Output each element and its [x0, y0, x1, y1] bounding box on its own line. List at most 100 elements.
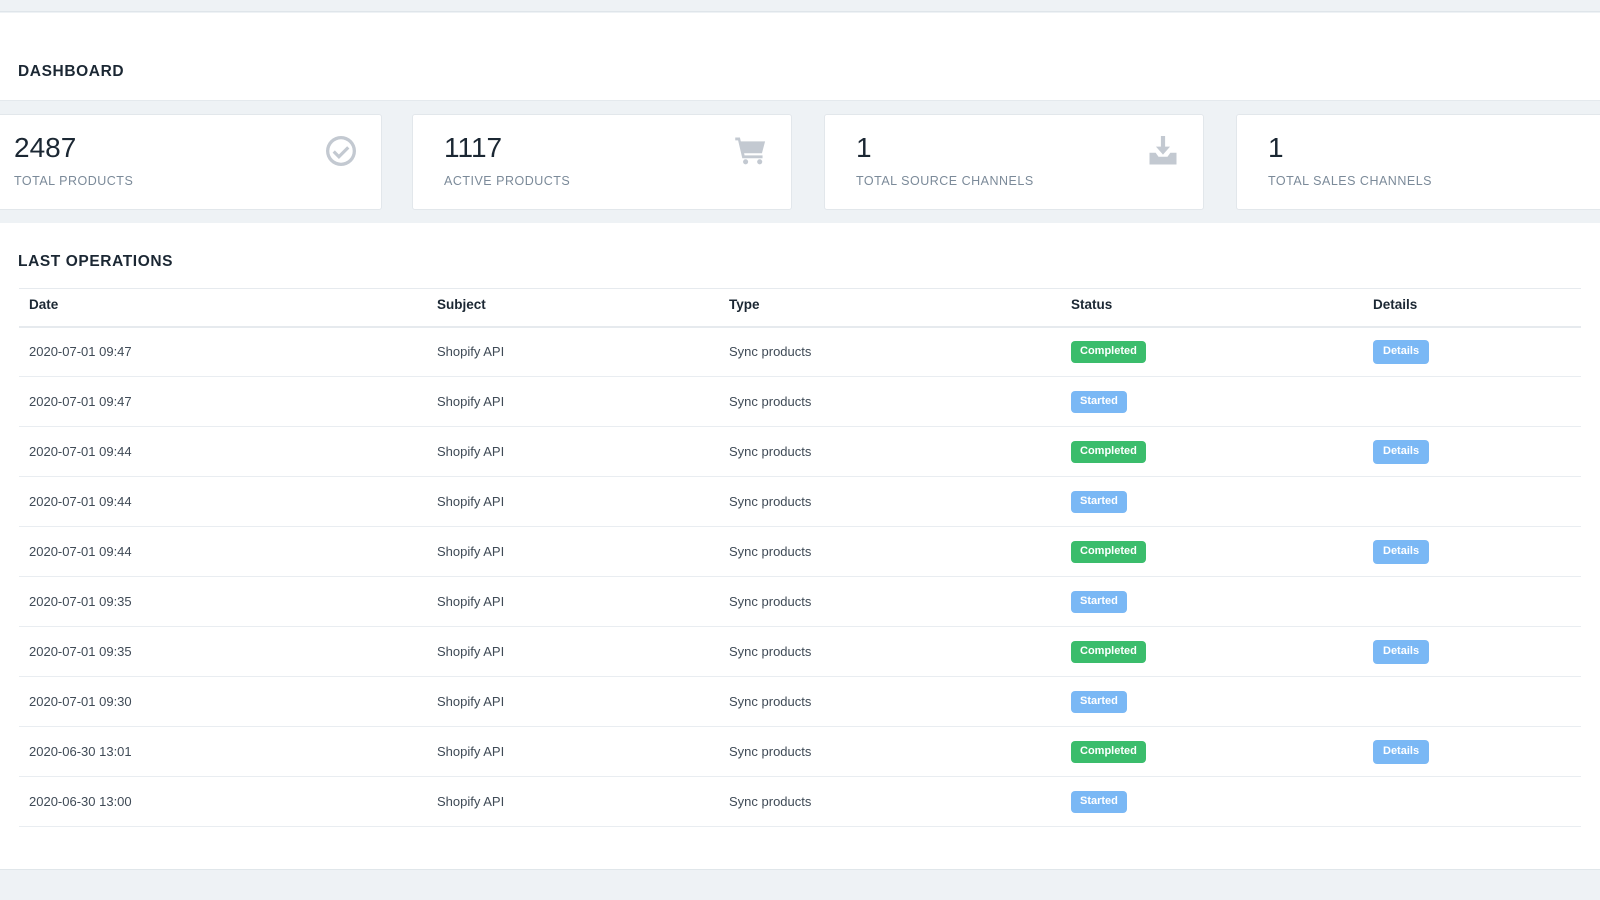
details-button[interactable]: Details	[1373, 740, 1429, 764]
cell-details: Details	[1363, 727, 1581, 777]
cell-type: Sync products	[719, 627, 1061, 677]
cell-date: 2020-07-01 09:44	[19, 527, 427, 577]
cell-subject: Shopify API	[427, 477, 719, 527]
status-badge: Completed	[1071, 641, 1146, 663]
cell-status: Started	[1061, 677, 1363, 727]
status-badge: Started	[1071, 491, 1127, 513]
cell-date: 2020-07-01 09:35	[19, 627, 427, 677]
stat-card-value: 1117	[444, 134, 502, 162]
cell-type: Sync products	[719, 677, 1061, 727]
stat-card-label: TOTAL PRODUCTS	[14, 174, 133, 188]
details-button[interactable]: Details	[1373, 340, 1429, 364]
cell-subject: Shopify API	[427, 727, 719, 777]
table-row: 2020-07-01 09:44Shopify APISync products…	[19, 477, 1581, 527]
cell-details	[1363, 477, 1581, 527]
cell-date: 2020-07-01 09:44	[19, 427, 427, 477]
stat-cards-strip: 2487 TOTAL PRODUCTS 1117 ACTIVE PRODUCTS…	[0, 101, 1600, 223]
status-badge: Started	[1071, 691, 1127, 713]
stat-card-value: 2487	[14, 134, 76, 162]
cell-type: Sync products	[719, 527, 1061, 577]
cell-details: Details	[1363, 527, 1581, 577]
cell-details: Details	[1363, 627, 1581, 677]
details-button[interactable]: Details	[1373, 640, 1429, 664]
cell-type: Sync products	[719, 477, 1061, 527]
details-button[interactable]: Details	[1373, 440, 1429, 464]
operations-table: Date Subject Type Status Details 2020-07…	[19, 288, 1581, 827]
status-badge: Started	[1071, 791, 1127, 813]
cell-status: Completed	[1061, 627, 1363, 677]
stat-card-total-products: 2487 TOTAL PRODUCTS	[0, 114, 382, 210]
cell-type: Sync products	[719, 777, 1061, 827]
table-header-row: Date Subject Type Status Details	[19, 289, 1581, 327]
stat-card-value: 1	[856, 134, 872, 162]
page-header-bar: DASHBOARD	[0, 13, 1600, 101]
table-row: 2020-07-01 09:47Shopify APISync products…	[19, 377, 1581, 427]
inbox-download-icon	[1145, 133, 1181, 169]
cell-type: Sync products	[719, 727, 1061, 777]
cell-status: Completed	[1061, 327, 1363, 377]
table-row: 2020-06-30 13:00Shopify APISync products…	[19, 777, 1581, 827]
status-badge: Completed	[1071, 341, 1146, 363]
cell-details	[1363, 577, 1581, 627]
stat-card-active-products: 1117 ACTIVE PRODUCTS	[412, 114, 792, 210]
cell-subject: Shopify API	[427, 327, 719, 377]
cell-details: Details	[1363, 327, 1581, 377]
cell-status: Started	[1061, 777, 1363, 827]
cell-date: 2020-06-30 13:01	[19, 727, 427, 777]
table-row: 2020-06-30 13:01Shopify APISync products…	[19, 727, 1581, 777]
section-title: LAST OPERATIONS	[18, 253, 173, 271]
cell-subject: Shopify API	[427, 427, 719, 477]
status-badge: Started	[1071, 391, 1127, 413]
cell-subject: Shopify API	[427, 627, 719, 677]
cell-type: Sync products	[719, 327, 1061, 377]
status-badge: Completed	[1071, 541, 1146, 563]
cell-details	[1363, 777, 1581, 827]
cell-date: 2020-07-01 09:44	[19, 477, 427, 527]
cell-type: Sync products	[719, 377, 1061, 427]
column-header-subject: Subject	[427, 289, 719, 327]
table-row: 2020-07-01 09:44Shopify APISync products…	[19, 527, 1581, 577]
table-row: 2020-07-01 09:30Shopify APISync products…	[19, 677, 1581, 727]
top-scroll-strip	[0, 0, 1600, 12]
column-header-date: Date	[19, 289, 427, 327]
stat-card-value: 1	[1268, 134, 1284, 162]
status-badge: Started	[1071, 591, 1127, 613]
cell-date: 2020-07-01 09:47	[19, 327, 427, 377]
cell-subject: Shopify API	[427, 527, 719, 577]
page-title: DASHBOARD	[18, 63, 124, 81]
table-row: 2020-07-01 09:35Shopify APISync products…	[19, 627, 1581, 677]
stat-card-label: TOTAL SOURCE CHANNELS	[856, 174, 1034, 188]
cell-type: Sync products	[719, 577, 1061, 627]
last-operations-panel: LAST OPERATIONS Date Subject Type Status…	[0, 223, 1600, 869]
check-circle-icon	[323, 133, 359, 169]
details-button[interactable]: Details	[1373, 540, 1429, 564]
status-badge: Completed	[1071, 441, 1146, 463]
shopping-cart-icon	[733, 133, 769, 169]
column-header-type: Type	[719, 289, 1061, 327]
cell-subject: Shopify API	[427, 577, 719, 627]
column-header-status: Status	[1061, 289, 1363, 327]
cell-subject: Shopify API	[427, 677, 719, 727]
cell-date: 2020-07-01 09:47	[19, 377, 427, 427]
cell-status: Completed	[1061, 727, 1363, 777]
column-header-details: Details	[1363, 289, 1581, 327]
cell-subject: Shopify API	[427, 777, 719, 827]
cell-subject: Shopify API	[427, 377, 719, 427]
footer-strip	[0, 869, 1600, 900]
cell-details	[1363, 677, 1581, 727]
cell-status: Started	[1061, 377, 1363, 427]
table-row: 2020-07-01 09:35Shopify APISync products…	[19, 577, 1581, 627]
table-row: 2020-07-01 09:44Shopify APISync products…	[19, 427, 1581, 477]
cell-date: 2020-06-30 13:00	[19, 777, 427, 827]
cell-status: Started	[1061, 477, 1363, 527]
cell-status: Completed	[1061, 527, 1363, 577]
cell-status: Completed	[1061, 427, 1363, 477]
cell-details	[1363, 377, 1581, 427]
cell-date: 2020-07-01 09:35	[19, 577, 427, 627]
stat-card-total-sales-channels: 1 TOTAL SALES CHANNELS	[1236, 114, 1600, 210]
stat-card-label: ACTIVE PRODUCTS	[444, 174, 570, 188]
cell-details: Details	[1363, 427, 1581, 477]
stat-card-total-source-channels: 1 TOTAL SOURCE CHANNELS	[824, 114, 1204, 210]
table-row: 2020-07-01 09:47Shopify APISync products…	[19, 327, 1581, 377]
stat-card-label: TOTAL SALES CHANNELS	[1268, 174, 1432, 188]
